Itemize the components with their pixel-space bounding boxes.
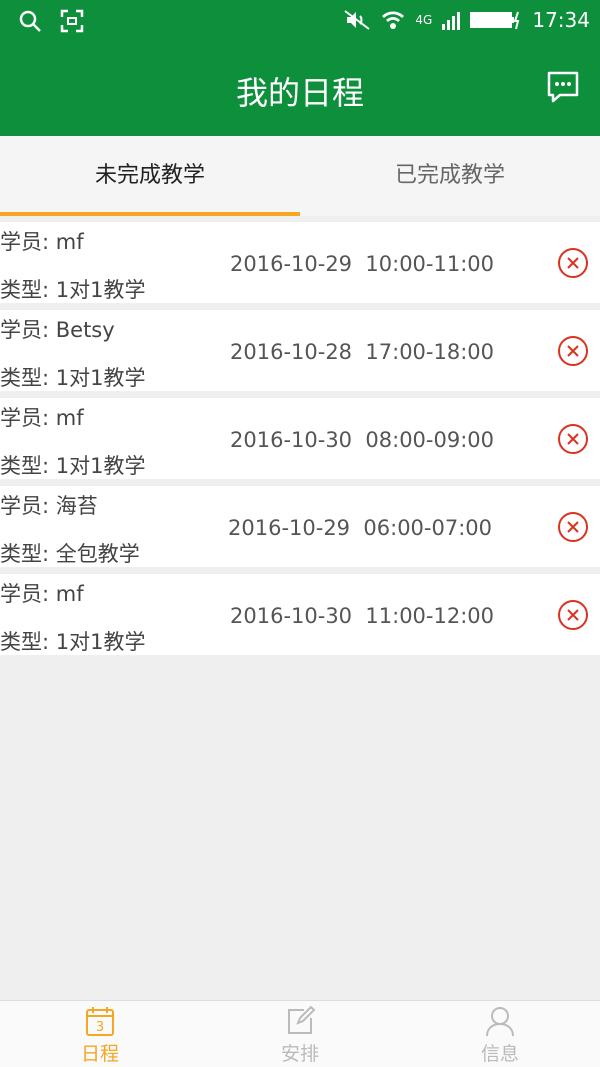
- cancel-icon[interactable]: [557, 511, 589, 543]
- wifi-icon: [382, 11, 405, 29]
- datetime-label: 2016-10-29 10:00-11:00: [230, 252, 495, 276]
- schedule-list: 学员: mf 类型: 1对1教学 2016-10-29 10:00-11:00 …: [0, 222, 600, 662]
- status-bar: 4G 17:34: [0, 0, 600, 44]
- student-label: 学员: mf: [0, 582, 84, 606]
- battery-icon: [470, 11, 520, 30]
- nav-info[interactable]: 信息: [400, 1005, 600, 1065]
- nav-label: 安排: [280, 1043, 319, 1065]
- schedule-item[interactable]: 学员: mf 类型: 1对1教学 2016-10-29 10:00-11:00: [0, 222, 600, 303]
- type-label: 类型: 1对1教学: [0, 278, 146, 302]
- tab-bar: 未完成教学 已完成教学: [0, 136, 600, 216]
- schedule-item[interactable]: 学员: Betsy 类型: 1对1教学 2016-10-28 17:00-18:…: [0, 310, 600, 391]
- mute-icon: [344, 10, 371, 30]
- tab-completed[interactable]: 已完成教学: [300, 136, 600, 216]
- scan-icon: [60, 9, 84, 33]
- type-label: 类型: 1对1教学: [0, 366, 146, 390]
- type-label: 类型: 1对1教学: [0, 454, 146, 478]
- cancel-icon[interactable]: [557, 599, 589, 631]
- bottom-nav: 3 日程 安排 信息: [0, 1000, 600, 1067]
- tab-incomplete[interactable]: 未完成教学: [0, 136, 300, 216]
- page-title: 我的日程: [235, 74, 364, 112]
- cancel-icon[interactable]: [557, 335, 589, 367]
- calendar-icon: 3: [86, 1007, 114, 1036]
- app-header: 我的日程: [0, 44, 600, 136]
- cancel-icon[interactable]: [557, 423, 589, 455]
- schedule-item[interactable]: 学员: mf 类型: 1对1教学 2016-10-30 08:00-09:00: [0, 398, 600, 479]
- edit-icon: [288, 1005, 316, 1034]
- signal-icon: [442, 12, 461, 30]
- nav-schedule[interactable]: 3 日程: [0, 1005, 200, 1065]
- calendar-badge: 3: [96, 1020, 104, 1035]
- tab-indicator: [0, 212, 300, 216]
- schedule-item[interactable]: 学员: mf 类型: 1对1教学 2016-10-30 11:00-12:00: [0, 574, 600, 655]
- schedule-item[interactable]: 学员: 海苔 类型: 全包教学 2016-10-29 06:00-07:00: [0, 486, 600, 567]
- cancel-icon[interactable]: [557, 247, 589, 279]
- datetime-label: 2016-10-30 08:00-09:00: [230, 428, 495, 452]
- student-label: 学员: mf: [0, 406, 84, 430]
- datetime-label: 2016-10-28 17:00-18:00: [230, 340, 495, 364]
- type-label: 类型: 1对1教学: [0, 630, 146, 654]
- nav-arrange[interactable]: 安排: [200, 1005, 400, 1065]
- nav-label: 信息: [480, 1043, 519, 1065]
- student-label: 学员: Betsy: [0, 318, 115, 342]
- type-label: 类型: 全包教学: [0, 542, 140, 566]
- nav-label: 日程: [80, 1043, 119, 1065]
- message-icon[interactable]: [546, 70, 580, 104]
- datetime-label: 2016-10-30 11:00-12:00: [230, 604, 495, 628]
- student-label: 学员: 海苔: [0, 494, 98, 518]
- status-time: 17:34: [532, 8, 590, 32]
- network-label: 4G: [415, 13, 433, 27]
- user-icon: [486, 1007, 514, 1037]
- datetime-label: 2016-10-29 06:00-07:00: [228, 516, 493, 540]
- search-icon: [19, 10, 41, 32]
- student-label: 学员: mf: [0, 230, 84, 254]
